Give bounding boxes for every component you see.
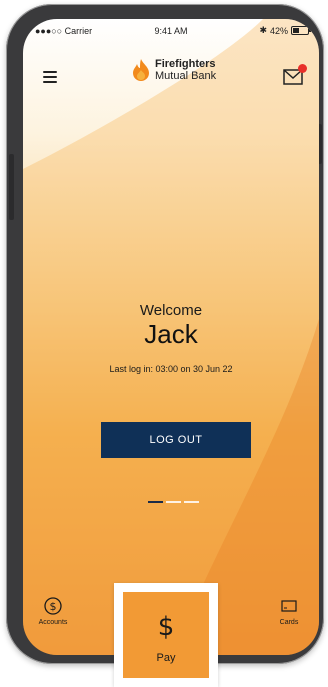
logout-button[interactable]: LOG OUT <box>101 422 251 458</box>
brand-logo: Firefighters Mutual Bank <box>131 58 216 82</box>
welcome-heading: Welcome <box>139 302 203 319</box>
brand-name: Firefighters <box>155 58 216 70</box>
tab-accounts[interactable]: $ Accounts <box>23 597 83 626</box>
user-name: Jack <box>144 319 198 349</box>
hamburger-menu-icon[interactable] <box>43 71 57 83</box>
svg-text:$: $ <box>50 600 57 613</box>
messages-icon[interactable] <box>283 64 307 85</box>
tab-pay[interactable]: $ Pay <box>114 583 218 687</box>
app-screen: ●●●○○ Carrier 9:41 AM ✱ 42% Firefighters… <box>23 19 319 655</box>
last-login-text: Last log in: 03:00 on 30 Jun 22 <box>109 364 233 374</box>
pay-button[interactable]: $ Pay <box>123 592 209 678</box>
tab-cards-label: Cards <box>279 619 299 626</box>
status-right: ✱ 42% <box>259 25 311 36</box>
tab-accounts-label: Accounts <box>38 619 68 626</box>
page-dot[interactable] <box>148 501 163 503</box>
notification-dot <box>298 64 307 73</box>
page-indicator[interactable] <box>148 501 199 503</box>
page-dot[interactable] <box>184 501 199 503</box>
battery-icon <box>291 26 311 35</box>
tab-pay-label: Pay <box>156 652 176 664</box>
page-dot[interactable] <box>166 501 181 503</box>
status-bar: ●●●○○ Carrier 9:41 AM ✱ 42% <box>23 19 319 43</box>
brand-subtitle: Mutual Bank <box>155 70 217 82</box>
bluetooth-icon: ✱ <box>259 25 267 35</box>
dollar-circle-icon: $ <box>44 597 62 615</box>
battery-percent: 42% <box>269 25 288 36</box>
flame-icon <box>133 59 149 81</box>
card-icon <box>281 600 297 612</box>
tab-cards[interactable]: Cards <box>259 597 319 626</box>
dollar-icon: $ <box>157 612 175 642</box>
volume-button <box>9 154 14 220</box>
phone-frame: ●●●○○ Carrier 9:41 AM ✱ 42% Firefighters… <box>6 4 324 664</box>
